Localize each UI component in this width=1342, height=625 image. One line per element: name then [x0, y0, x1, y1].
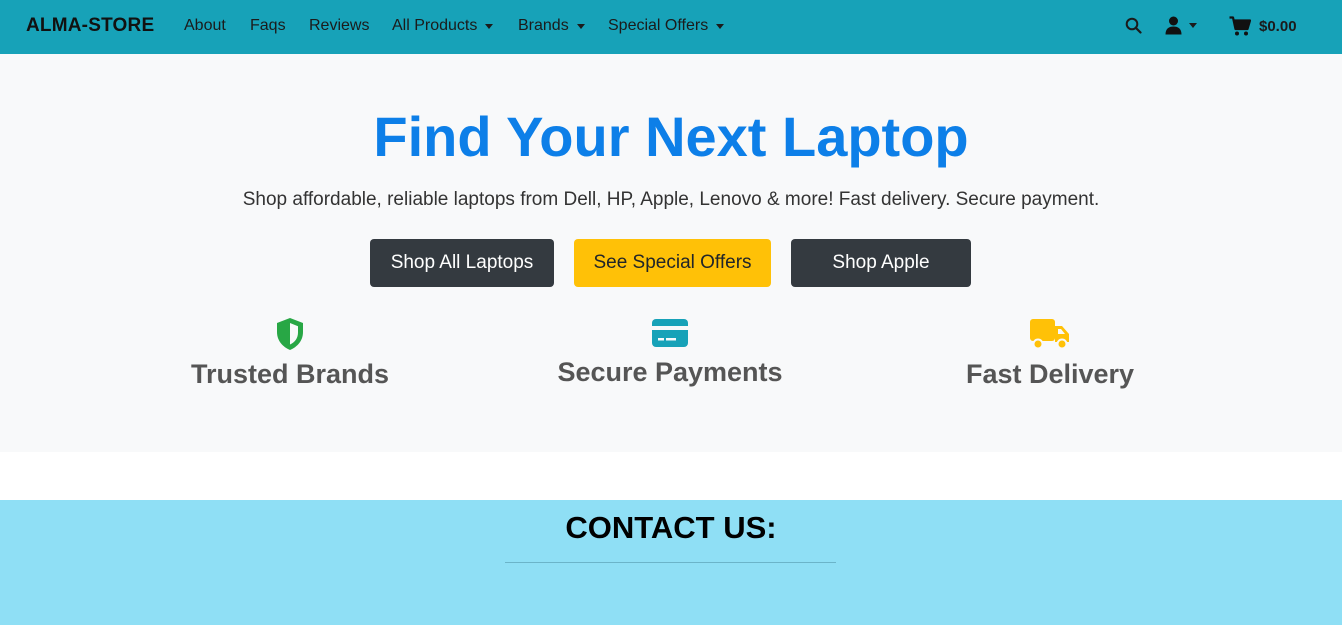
feature-trusted-brands: Trusted Brands [140, 317, 440, 390]
nav-link-about-label: About [184, 17, 226, 34]
nav-link-faqs-label: Faqs [250, 17, 286, 34]
user-icon [1165, 16, 1182, 35]
nav-link-reviews-label: Reviews [309, 17, 370, 34]
nav-dropdown-all-products[interactable]: All Products [392, 17, 494, 35]
cart-button[interactable]: $0.00 [1229, 16, 1297, 36]
hero-section: Find Your Next Laptop Shop affordable, r… [0, 54, 1342, 452]
feature-label: Secure Payments [557, 357, 783, 387]
brand-logo[interactable]: ALMA-STORE [26, 15, 154, 37]
contact-section: CONTACT US: [0, 500, 1342, 625]
cart-icon [1229, 16, 1251, 36]
feature-label: Trusted Brands [190, 359, 390, 389]
caret-down-icon [716, 23, 725, 29]
nav-link-about[interactable]: About [184, 17, 226, 35]
feature-secure-payments: Secure Payments [520, 317, 820, 388]
nav-link-reviews[interactable]: Reviews [309, 17, 369, 35]
shop-all-laptops-button[interactable]: Shop All Laptops [370, 239, 554, 287]
search-button[interactable] [1125, 17, 1142, 34]
shop-apple-button[interactable]: Shop Apple [791, 239, 971, 287]
user-dropdown[interactable] [1165, 16, 1197, 35]
nav-dropdown-special-offers-label: Special Offers [608, 17, 709, 34]
hero-subtitle: Shop affordable, reliable laptops from D… [242, 189, 1100, 210]
credit-card-icon [652, 319, 688, 347]
nav-dropdown-brands[interactable]: Brands [518, 17, 585, 35]
nav-dropdown-special-offers[interactable]: Special Offers [608, 17, 725, 35]
navbar: ALMA-STORE About Faqs Reviews All Produc… [0, 0, 1342, 54]
search-icon [1125, 17, 1142, 34]
nav-link-faqs[interactable]: Faqs [250, 17, 286, 35]
caret-down-icon [1189, 23, 1197, 28]
shield-icon [277, 318, 303, 350]
truck-icon [1030, 319, 1069, 350]
caret-down-icon [576, 23, 585, 29]
cart-total: $0.00 [1259, 17, 1297, 35]
nav-dropdown-brands-label: Brands [518, 17, 569, 34]
nav-dropdown-all-products-label: All Products [392, 17, 478, 34]
contact-title: CONTACT US: [565, 510, 777, 545]
divider [505, 562, 836, 563]
hero-title: Find Your Next Laptop [373, 105, 969, 168]
feature-label: Fast Delivery [965, 359, 1135, 389]
see-special-offers-button[interactable]: See Special Offers [574, 239, 771, 287]
feature-fast-delivery: Fast Delivery [900, 317, 1200, 390]
caret-down-icon [485, 23, 494, 29]
